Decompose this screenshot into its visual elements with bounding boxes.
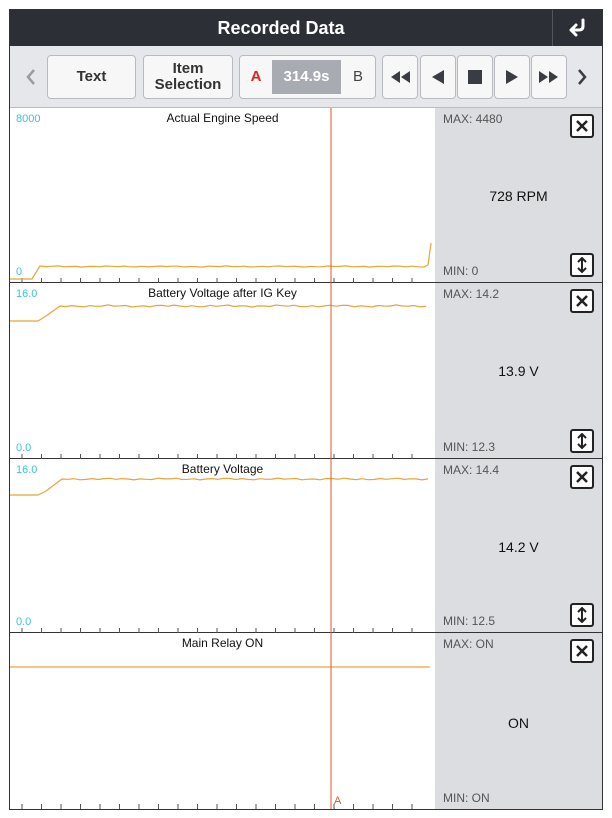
graph-title: Battery Voltage after IG Key (148, 286, 297, 300)
main-relay-graph (10, 633, 430, 809)
next-page-button[interactable] (570, 55, 594, 99)
play-reverse-icon (432, 70, 444, 84)
min-value: MIN: 0 (443, 264, 479, 278)
close-icon (576, 645, 588, 657)
cursor-a-label: A (334, 795, 342, 807)
close-graph-button[interactable] (570, 289, 594, 313)
battery-voltage-ig-graph (10, 283, 427, 459)
y-axis-min-label: 0.0 (16, 442, 32, 454)
item-selection-label: Item Selection (154, 60, 222, 93)
marker-a-button[interactable]: A (240, 56, 272, 98)
min-value: MIN: ON (443, 791, 490, 805)
time-readout: 314.9s (272, 60, 341, 94)
current-value: 13.9 V (498, 363, 539, 379)
battery-voltage-trace (10, 477, 429, 496)
close-graph-button[interactable] (570, 114, 594, 138)
close-icon (576, 471, 588, 483)
min-value: MIN: 12.3 (443, 440, 496, 454)
vertical-resize-icon (577, 257, 587, 273)
max-value: MAX: 14.2 (443, 287, 500, 301)
y-axis-min-label: 0.0 (16, 616, 32, 628)
current-value: 14.2 V (498, 539, 539, 555)
item-selection-button[interactable]: Item Selection (143, 55, 233, 99)
fast-forward-button[interactable] (531, 55, 567, 99)
playback-toolbar: Text Item Selection A 314.9s B (10, 46, 602, 108)
graph-panel-battery-voltage-ig: 16.0 0.0 Battery Voltage after IG Key MA… (10, 283, 602, 459)
graph-panel-engine-speed: 8000 0 Actual Engine Speed MAX: 4480 728… (10, 108, 602, 283)
close-graph-button[interactable] (570, 639, 594, 663)
scale-adjust-button[interactable] (570, 603, 594, 627)
return-arrow-icon (569, 18, 584, 37)
ab-time-selector: A 314.9s B (239, 55, 376, 99)
max-value: MAX: 4480 (443, 112, 503, 126)
fast-rewind-icon (391, 71, 410, 83)
y-axis-min-label: 0 (16, 266, 23, 278)
graph-plot-area[interactable]: Main Relay ON A (10, 633, 435, 809)
step-back-button[interactable] (420, 55, 456, 99)
play-icon (506, 70, 518, 84)
graph-plot-area[interactable]: 8000 0 Actual Engine Speed (10, 108, 435, 283)
engine-speed-graph (10, 108, 432, 283)
back-button[interactable] (552, 10, 602, 46)
vertical-resize-icon (577, 607, 587, 623)
fast-rewind-button[interactable] (382, 55, 418, 99)
scale-adjust-button[interactable] (570, 253, 594, 277)
stop-button[interactable] (457, 55, 493, 99)
current-value: 728 RPM (489, 188, 548, 204)
graph-plot-area[interactable]: 16.0 0.0 Battery Voltage after IG Key (10, 283, 435, 459)
value-sidebar: MAX: 4480 728 RPM MIN: 0 (435, 108, 602, 282)
play-button[interactable] (494, 55, 530, 99)
graph-title: Main Relay ON (181, 636, 264, 650)
vertical-resize-icon (577, 433, 587, 449)
close-icon (576, 120, 588, 132)
fast-forward-icon (539, 71, 558, 83)
graph-title: Actual Engine Speed (166, 111, 279, 125)
page-title: Recorded Data (217, 18, 345, 38)
engine-speed-trace (10, 242, 432, 280)
current-value: ON (508, 715, 529, 731)
value-sidebar: MAX: 14.2 13.9 V MIN: 12.3 (435, 283, 602, 458)
value-sidebar: MAX: ON ON MIN: ON (435, 633, 602, 809)
graph-panel-main-relay: Main Relay ON A MAX: ON ON MIN: ON (10, 633, 602, 809)
max-value: MAX: ON (443, 637, 494, 651)
min-value: MIN: 12.5 (443, 614, 496, 628)
previous-page-button[interactable] (19, 55, 43, 99)
graph-panel-battery-voltage: 16.0 0.0 Battery Voltage MAX: 14.4 14.2 … (10, 459, 602, 633)
chevron-left-icon (26, 69, 35, 85)
graph-title: Battery Voltage (181, 462, 264, 476)
battery-voltage-graph (10, 459, 429, 633)
stop-icon (468, 70, 482, 84)
recorded-data-screen: Recorded Data Text Item Selection A 314.… (9, 9, 603, 810)
graph-plot-area[interactable]: 16.0 0.0 Battery Voltage (10, 459, 435, 633)
marker-b-button[interactable]: B (341, 56, 375, 98)
close-icon (576, 295, 588, 307)
text-view-button[interactable]: Text (47, 55, 136, 99)
battery-voltage-ig-trace (10, 304, 427, 322)
title-bar: Recorded Data (10, 10, 602, 46)
chevron-right-icon (578, 69, 587, 85)
value-sidebar: MAX: 14.4 14.2 V MIN: 12.5 (435, 459, 602, 632)
max-value: MAX: 14.4 (443, 463, 500, 477)
scale-adjust-button[interactable] (570, 429, 594, 453)
close-graph-button[interactable] (570, 465, 594, 489)
